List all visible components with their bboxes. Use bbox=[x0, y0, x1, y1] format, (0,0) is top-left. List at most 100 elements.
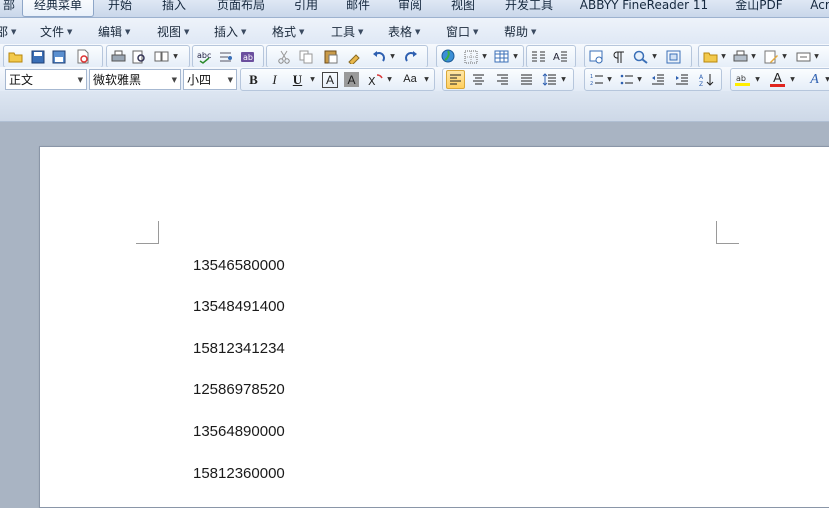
translate-icon[interactable]: ab bbox=[239, 48, 256, 65]
menu-partial[interactable]: 邵 ▼ bbox=[0, 24, 16, 40]
tab-view[interactable]: 视图 bbox=[443, 0, 483, 16]
chevron-down-icon[interactable]: ▼ bbox=[423, 71, 430, 88]
chevron-down-icon[interactable]: ▼ bbox=[389, 48, 396, 65]
chevron-down-icon[interactable]: ▼ bbox=[512, 48, 519, 65]
tab-page-layout[interactable]: 页面布局 bbox=[208, 0, 274, 16]
insert-table-icon[interactable] bbox=[493, 48, 510, 65]
undo-icon[interactable] bbox=[370, 48, 387, 65]
bullet-list-icon[interactable] bbox=[618, 71, 635, 88]
chevron-down-icon[interactable]: ▼ bbox=[386, 71, 393, 88]
research-icon[interactable] bbox=[217, 48, 234, 65]
increase-indent-icon[interactable] bbox=[673, 71, 690, 88]
document-line[interactable]: 13546580000 bbox=[193, 257, 285, 274]
bold-button[interactable]: B bbox=[245, 71, 262, 88]
save-as-icon[interactable] bbox=[50, 48, 67, 65]
character-border-button[interactable]: A bbox=[322, 72, 338, 88]
menu-view[interactable]: 视图 ▼ bbox=[157, 24, 189, 40]
align-left-icon[interactable] bbox=[446, 70, 465, 89]
chevron-down-icon[interactable]: ▼ bbox=[651, 48, 658, 65]
chevron-down-icon[interactable]: ▼ bbox=[813, 48, 820, 65]
font-select[interactable]: 微软雅黑 ▼ bbox=[89, 69, 181, 90]
menu-tools[interactable]: 工具 ▼ bbox=[331, 24, 363, 40]
font-size-select[interactable]: 小四 ▼ bbox=[183, 69, 237, 90]
numbered-list-icon[interactable]: 12 bbox=[588, 71, 605, 88]
hyperlink-icon[interactable] bbox=[440, 48, 457, 65]
show-formatting-icon[interactable] bbox=[610, 48, 627, 65]
borders-icon[interactable] bbox=[462, 48, 479, 65]
document-line[interactable]: 12586978520 bbox=[193, 381, 285, 398]
chevron-down-icon[interactable]: ▼ bbox=[781, 48, 788, 65]
character-shading-button[interactable]: A bbox=[344, 72, 359, 87]
line-spacing-icon[interactable] bbox=[541, 71, 558, 88]
redo-icon[interactable] bbox=[402, 48, 419, 65]
document-line[interactable]: 15812341234 bbox=[193, 340, 285, 357]
format-painter-icon[interactable] bbox=[345, 48, 362, 65]
tab-classic-menu[interactable]: 经典菜单 bbox=[22, 0, 94, 17]
print-icon[interactable] bbox=[110, 48, 127, 65]
decrease-indent-icon[interactable] bbox=[649, 71, 666, 88]
chevron-down-icon[interactable]: ▼ bbox=[789, 71, 796, 88]
text-effects-button[interactable]: A bbox=[806, 71, 823, 88]
font-color-button[interactable]: A bbox=[769, 71, 786, 88]
menu-window[interactable]: 窗口 ▼ bbox=[446, 24, 478, 40]
menu-file[interactable]: 文件 ▼ bbox=[40, 24, 72, 40]
underline-button[interactable]: U bbox=[289, 71, 306, 88]
tab-acrobat[interactable]: Acr bbox=[800, 0, 829, 16]
menu-table[interactable]: 表格 ▼ bbox=[388, 24, 420, 40]
zoom-icon[interactable] bbox=[632, 48, 649, 65]
style-select[interactable]: 正文 ▼ bbox=[5, 69, 87, 90]
spelling-icon[interactable]: abc bbox=[196, 48, 213, 65]
tab-developer[interactable]: 开发工具 bbox=[497, 0, 561, 16]
pdf-export-icon[interactable] bbox=[74, 48, 91, 65]
printer-setup-icon[interactable] bbox=[732, 48, 749, 65]
chevron-down-icon[interactable]: ▼ bbox=[606, 71, 613, 88]
sort-icon[interactable]: AZ bbox=[698, 71, 715, 88]
tab-abbyy-finereader[interactable]: ABBYY FineReader 11 bbox=[574, 0, 714, 16]
open-folder-icon[interactable] bbox=[7, 48, 24, 65]
menu-format[interactable]: 格式 ▼ bbox=[272, 24, 304, 40]
document-line[interactable]: 13564890000 bbox=[193, 423, 285, 440]
print-preview-icon[interactable] bbox=[131, 48, 148, 65]
text-direction-icon[interactable]: A bbox=[552, 48, 569, 65]
chevron-down-icon[interactable]: ▼ bbox=[481, 48, 488, 65]
italic-button[interactable]: I bbox=[266, 71, 283, 88]
cut-icon[interactable] bbox=[275, 48, 292, 65]
align-center-icon[interactable] bbox=[470, 71, 487, 88]
columns-icon[interactable] bbox=[530, 48, 547, 65]
chevron-down-icon[interactable]: ▼ bbox=[750, 48, 757, 65]
tab-home[interactable]: 开始 bbox=[100, 0, 140, 16]
form-field-icon[interactable] bbox=[795, 48, 812, 65]
tab-partial-left[interactable]: 部 bbox=[0, 0, 20, 16]
chevron-down-icon[interactable]: ▼ bbox=[720, 48, 727, 65]
change-case-button[interactable]: Aa bbox=[399, 71, 421, 88]
tab-mailings[interactable]: 邮件 bbox=[338, 0, 378, 16]
page-edit-icon[interactable] bbox=[763, 48, 780, 65]
align-right-icon[interactable] bbox=[494, 71, 511, 88]
save-icon[interactable] bbox=[29, 48, 46, 65]
chevron-down-icon[interactable]: ▼ bbox=[754, 71, 761, 88]
tab-references[interactable]: 引用 bbox=[286, 0, 326, 16]
chevron-down-icon[interactable]: ▼ bbox=[172, 48, 179, 65]
copy-icon[interactable] bbox=[297, 48, 314, 65]
chevron-down-icon[interactable]: ▼ bbox=[824, 71, 829, 88]
justify-icon[interactable] bbox=[518, 71, 535, 88]
highlight-icon[interactable]: ab bbox=[734, 71, 751, 88]
paste-icon[interactable] bbox=[322, 48, 339, 65]
document-map-icon[interactable] bbox=[588, 48, 605, 65]
chevron-down-icon[interactable]: ▼ bbox=[560, 71, 567, 88]
menu-insert[interactable]: 插入 ▼ bbox=[214, 24, 246, 40]
reading-view-icon[interactable] bbox=[153, 48, 170, 65]
phonetic-guide-icon[interactable]: X bbox=[367, 71, 384, 88]
folder-icon[interactable] bbox=[702, 48, 719, 65]
tab-review[interactable]: 审阅 bbox=[390, 0, 430, 16]
menu-help[interactable]: 帮助 ▼ bbox=[504, 24, 536, 40]
menu-edit[interactable]: 编辑 ▼ bbox=[98, 24, 130, 40]
chevron-down-icon[interactable]: ▼ bbox=[309, 71, 316, 88]
document-line[interactable]: 13548491400 bbox=[193, 298, 285, 315]
tab-insert[interactable]: 插入 bbox=[154, 0, 194, 16]
document-line[interactable]: 15812360000 bbox=[193, 465, 285, 482]
full-screen-icon[interactable] bbox=[665, 48, 682, 65]
tab-kingsoft-pdf[interactable]: 金山PDF bbox=[728, 0, 790, 16]
chevron-down-icon[interactable]: ▼ bbox=[636, 71, 643, 88]
document-page[interactable]: 13546580000 13548491400 15812341234 1258… bbox=[39, 146, 829, 508]
